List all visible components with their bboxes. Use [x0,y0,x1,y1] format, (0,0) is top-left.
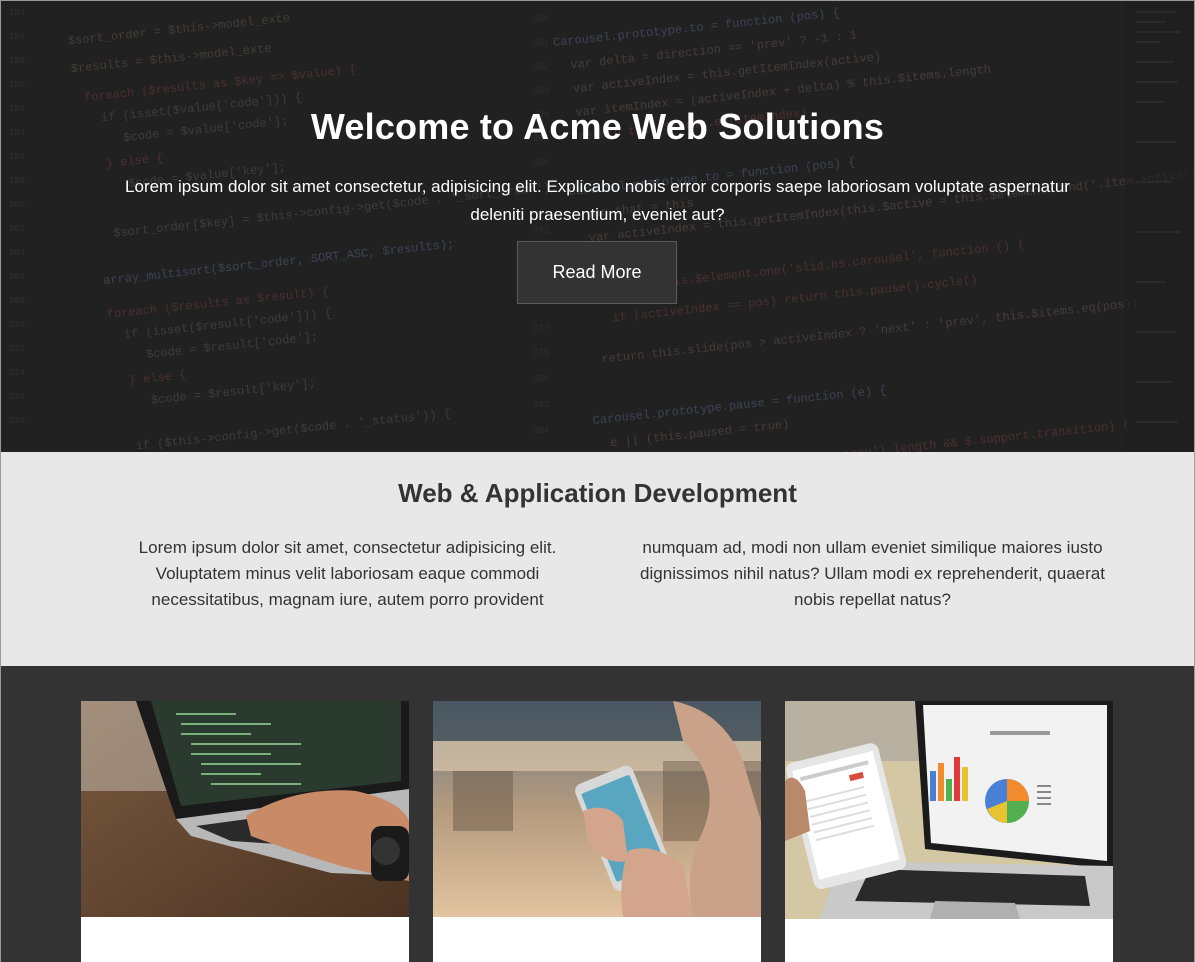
smartphone-in-hand-image [433,701,761,917]
gallery-card-laptop[interactable] [81,701,409,962]
page: 184186188 190192194 196198200 202204206 … [0,0,1195,962]
read-more-button[interactable]: Read More [517,241,677,304]
services-title: Web & Application Development [398,478,797,508]
services-section: Web & Application Development Lorem ipsu… [1,452,1194,666]
gallery-card-analytics[interactable] [785,701,1113,962]
laptop-typing-image [81,701,409,917]
hero-content: Welcome to Acme Web Solutions Lorem ipsu… [1,1,1194,452]
services-text: Lorem ipsum dolor sit amet, consectetur … [138,538,1105,609]
laptop-and-tablet-charts-image [785,701,1113,919]
gallery-card-phone[interactable] [433,701,761,962]
hero-text: Lorem ipsum dolor sit amet consectetur, … [125,177,1070,224]
hero-section: 184186188 190192194 196198200 202204206 … [1,1,1194,452]
hero-title: Welcome to Acme Web Solutions [310,106,885,147]
gallery-section [1,666,1194,962]
